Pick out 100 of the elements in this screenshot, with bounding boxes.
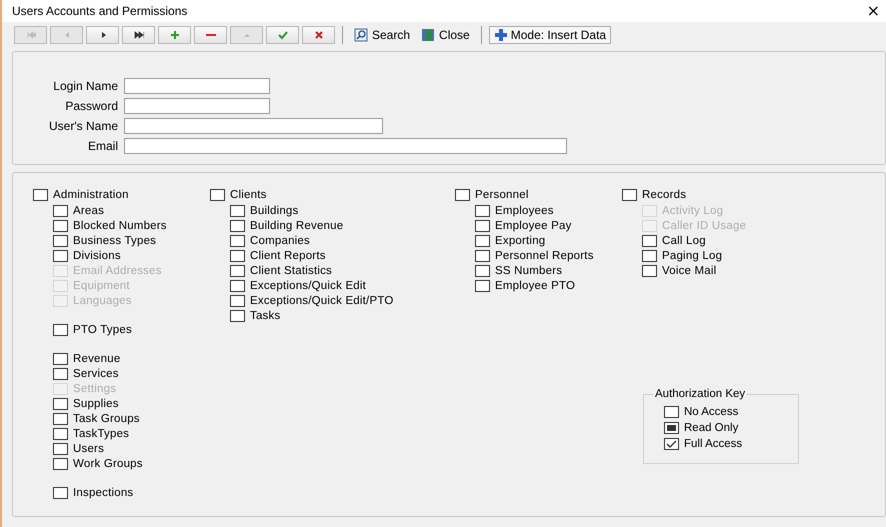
save-button[interactable] (266, 26, 299, 44)
checkbox[interactable] (53, 458, 68, 470)
cancel-button[interactable] (302, 26, 335, 44)
checkbox[interactable] (475, 204, 490, 216)
permission-group-label: Personnel (475, 188, 529, 200)
permission-label: Caller ID Usage (662, 220, 746, 232)
field-label: Login Name (52, 78, 119, 95)
permission-label: Divisions (73, 250, 121, 262)
permission-label: Building Revenue (250, 220, 344, 232)
permission-label: TaskTypes (73, 428, 130, 440)
checkbox[interactable] (642, 264, 657, 276)
legend-label: Full Access (684, 438, 742, 450)
permission-label: Services (73, 368, 119, 380)
permission-label: Exceptions/Quick Edit/PTO (250, 294, 394, 306)
permission-label: Exporting (495, 234, 546, 246)
permission-label: Exceptions/Quick Edit (250, 280, 366, 292)
checkbox[interactable] (230, 264, 245, 276)
checkbox[interactable] (475, 234, 490, 246)
plus-icon (170, 30, 180, 40)
delete-button[interactable] (194, 26, 227, 44)
permission-label: Employees (495, 204, 554, 216)
checkbox[interactable] (33, 188, 48, 200)
permission-label: Areas (73, 204, 104, 216)
checkbox[interactable] (53, 234, 68, 246)
window-title: Users Accounts and Permissions (12, 4, 188, 18)
cross-icon (314, 30, 324, 40)
permission-group-label: Records (642, 188, 686, 200)
empty-checkbox-icon (664, 406, 679, 418)
checkbox[interactable] (230, 204, 245, 216)
mode-button[interactable]: Mode: Insert Data (488, 26, 612, 44)
door-icon (421, 28, 436, 42)
plus-icon (494, 28, 508, 42)
close-button[interactable]: Close (417, 28, 474, 42)
permission-label: PTO Types (73, 324, 132, 336)
legend-label: Read Only (684, 422, 738, 434)
permission-label: Employee Pay (495, 220, 572, 232)
permission-label: Revenue (73, 352, 120, 364)
checkbox[interactable] (53, 428, 68, 440)
checkbox[interactable] (53, 368, 68, 380)
permission-group-label: Administration (53, 188, 129, 200)
legend-label: No Access (684, 406, 738, 418)
permission-label: Task Groups (73, 412, 140, 424)
search-icon (354, 28, 368, 42)
checkbox[interactable] (53, 220, 68, 232)
permission-label: Client Reports (250, 250, 326, 262)
checkbox[interactable] (642, 234, 657, 246)
permission-label: SS Numbers (495, 264, 562, 276)
permission-label: Client Statistics (250, 264, 332, 276)
checkbox[interactable] (53, 324, 68, 336)
checkbox[interactable] (53, 412, 68, 424)
permission-label: Email Addresses (73, 264, 162, 276)
checkbox[interactable] (622, 188, 637, 200)
filled-checkbox-icon (664, 422, 679, 434)
checkbox[interactable] (210, 188, 225, 200)
input-field[interactable] (124, 138, 567, 154)
permission-label: Companies (250, 234, 310, 246)
permission-label: Supplies (73, 398, 119, 410)
checkbox[interactable] (53, 352, 68, 364)
field-label: Password (64, 98, 119, 115)
permission-label: Paging Log (662, 250, 722, 262)
authorization-key-title: Authorization Key (653, 388, 748, 400)
checkbox[interactable] (230, 220, 245, 232)
search-button[interactable]: Search (350, 28, 414, 42)
checkmark-icon (278, 30, 288, 40)
permission-label: Voice Mail (662, 264, 716, 276)
permission-group-label: Clients (230, 188, 267, 200)
checkbox[interactable] (475, 220, 490, 232)
skip-first-icon (26, 30, 36, 40)
checkbox[interactable] (53, 250, 68, 262)
checkbox[interactable] (230, 310, 245, 322)
checkbox[interactable] (230, 234, 245, 246)
checkbox[interactable] (53, 486, 68, 498)
checkbox[interactable] (475, 250, 490, 262)
input-field[interactable] (124, 78, 270, 94)
checkbox[interactable] (642, 250, 657, 262)
checkbox[interactable] (53, 398, 68, 410)
permission-label: Activity Log (662, 204, 724, 216)
input-field[interactable] (124, 98, 270, 114)
checkbox[interactable] (230, 250, 245, 262)
field-label: User's Name (48, 118, 119, 135)
checked-checkbox-icon (664, 438, 679, 450)
permission-label: Work Groups (73, 458, 143, 470)
permission-label: Languages (73, 294, 132, 306)
checkbox[interactable] (53, 442, 68, 454)
permission-label: Users (73, 442, 104, 454)
input-field[interactable] (124, 118, 383, 134)
permission-label: Buildings (250, 204, 298, 216)
checkbox[interactable] (475, 280, 490, 292)
checkbox[interactable] (230, 294, 245, 306)
checkbox[interactable] (455, 188, 470, 200)
checkbox[interactable] (230, 280, 245, 292)
checkbox[interactable] (475, 264, 490, 276)
close-button[interactable]: × (866, 3, 880, 19)
permission-label: Inspections (73, 486, 134, 498)
checkbox[interactable] (53, 204, 68, 216)
permission-label: Employee PTO (495, 280, 576, 292)
permission-label: Call Log (662, 234, 706, 246)
permission-label: Personnel Reports (495, 250, 594, 262)
last-button[interactable] (122, 26, 155, 44)
permission-label: Settings (73, 382, 116, 394)
